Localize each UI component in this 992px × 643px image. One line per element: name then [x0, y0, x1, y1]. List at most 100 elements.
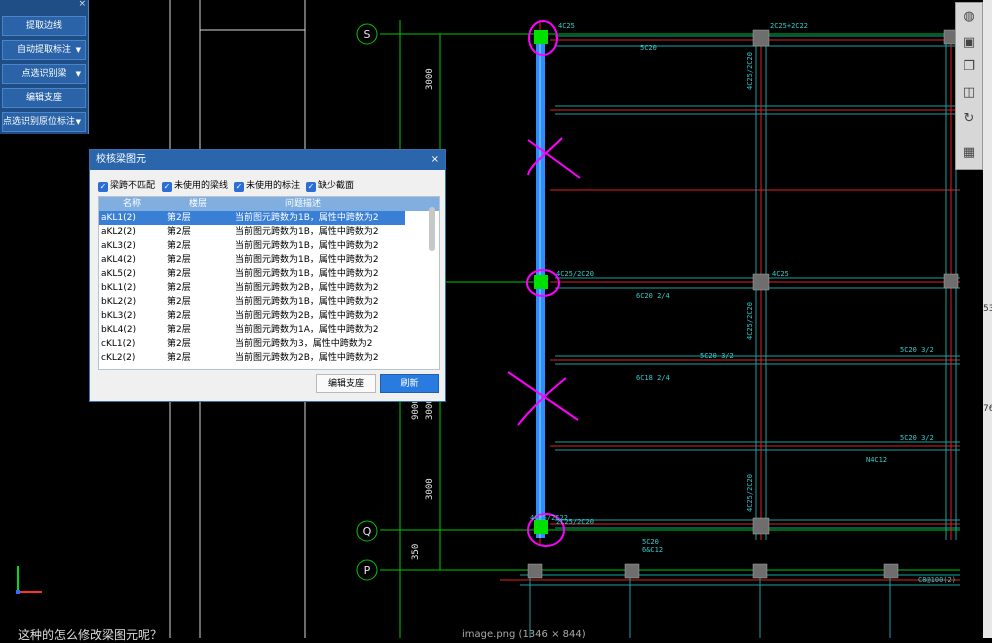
table-row[interactable]: aKL5(2) 第2层 当前图元跨数为1B，属性中跨数为2	[99, 267, 439, 281]
cell-description: 当前图元跨数为1A，属性中跨数为2	[235, 325, 379, 335]
cell-name: aKL1(2)	[101, 213, 136, 223]
table-row[interactable]: cKL1(2) 第2层 当前图元跨数为3，属性中跨数为2	[99, 337, 439, 351]
cell-floor: 第2层	[167, 227, 191, 237]
cell-name: bKL4(2)	[101, 325, 137, 335]
cell-description: 当前图元跨数为1B，属性中跨数为2	[235, 255, 379, 265]
rotate-icon[interactable]: ↻	[961, 111, 977, 127]
cell-name: aKL2(2)	[101, 227, 136, 237]
axis-label-p: P	[364, 564, 371, 577]
beam-label: 4C25	[558, 22, 575, 30]
table-row[interactable]: aKL2(2) 第2层 当前图元跨数为1B，属性中跨数为2	[99, 225, 439, 239]
table-row[interactable]: aKL1(2) 第2层 当前图元跨数为1B，属性中跨数为2	[99, 211, 405, 225]
column-header-desc[interactable]: 问题描述	[285, 197, 321, 211]
dialog-close-icon[interactable]: ×	[431, 150, 439, 170]
filter-unused-beam-line[interactable]: ✓ 未使用的梁线	[162, 178, 228, 192]
dim-3000-top: 3000	[425, 68, 435, 90]
table-row[interactable]: cKL2(2) 第2层 当前图元跨数为2B，属性中跨数为2	[99, 351, 439, 365]
check-beam-dialog: 校核梁图元 × ✓ 梁跨不匹配 ✓ 未使用的梁线 ✓ 未使用的标注 ✓ 缺少截面 名称 …	[89, 149, 446, 402]
cell-description: 当前图元跨数为2B，属性中跨数为2	[235, 283, 379, 293]
beam-label: 6&C12	[642, 546, 663, 554]
filter-missing-section[interactable]: ✓ 缺少截面	[306, 178, 354, 192]
chevron-down-icon[interactable]: ▼	[76, 41, 81, 59]
beam-label-vertical: 4C25/2C20	[746, 302, 754, 340]
beam-label: 4C25/2C20	[556, 270, 594, 278]
auto-extract-label-button[interactable]: 自动提取标注 ▼	[2, 40, 86, 60]
view-toolbar: ◍ ▣ ❐ ◫ ↻ ▦	[955, 2, 983, 170]
pick-identify-beam-button[interactable]: 点选识别梁 ▼	[2, 64, 86, 84]
chevron-down-icon[interactable]: ▼	[76, 113, 81, 131]
cell-floor: 第2层	[167, 339, 191, 349]
cell-name: bKL1(2)	[101, 283, 137, 293]
edit-support-dialog-button[interactable]: 编辑支座	[316, 374, 376, 393]
beam-label: 6C18 2/4	[636, 374, 670, 382]
beam-label: 5C20 3/2	[900, 434, 934, 442]
beam-label: C8@100(2)	[918, 576, 956, 584]
tool-panel: × 提取边线 自动提取标注 ▼ 点选识别梁 ▼ 编辑支座 点选识别原位标注 ▼	[0, 0, 89, 134]
beam-label: 4C25	[772, 270, 789, 278]
beam-label: 5C20 3/2	[700, 352, 734, 360]
beam-label: 5C20	[640, 44, 657, 52]
table-row[interactable]: aKL4(2) 第2层 当前图元跨数为1B，属性中跨数为2	[99, 253, 439, 267]
cell-name: aKL5(2)	[101, 269, 136, 279]
column-header-floor[interactable]: 楼层	[189, 197, 207, 211]
filter-unused-label[interactable]: ✓ 未使用的标注	[234, 178, 300, 192]
table-row[interactable]: bKL1(2) 第2层 当前图元跨数为2B，属性中跨数为2	[99, 281, 439, 295]
render-icon[interactable]: ◍	[961, 9, 977, 25]
question-text: 这种的怎么修改梁图元呢？	[18, 628, 163, 642]
checkbox-checked-icon[interactable]: ✓	[98, 182, 108, 192]
extract-edge-button[interactable]: 提取边线	[2, 16, 86, 36]
cell-description: 当前图元跨数为1B，属性中跨数为2	[235, 227, 379, 237]
cell-floor: 第2层	[167, 297, 191, 307]
beam-label-vertical: 4C25/2C20	[746, 52, 754, 90]
dim-350: 350	[411, 544, 421, 560]
axis-label-s: S	[364, 28, 371, 41]
beam-label: N4C12	[866, 456, 887, 464]
table-body: aKL1(2) 第2层 当前图元跨数为1B，属性中跨数为2 aKL2(2) 第2层 当前图…	[99, 211, 439, 365]
beam-label: 2C25+2C22	[770, 22, 808, 30]
column-header-name[interactable]: 名称	[123, 197, 141, 211]
dialog-titlebar[interactable]: 校核梁图元 ×	[90, 150, 445, 170]
table-header: 名称 楼层 问题描述	[99, 197, 439, 211]
refresh-button[interactable]: 刷新	[380, 374, 439, 393]
cell-description: 当前图元跨数为1B，属性中跨数为2	[235, 269, 379, 279]
cell-floor: 第2层	[167, 311, 191, 321]
cell-name: bKL3(2)	[101, 311, 137, 321]
edit-support-button[interactable]: 编辑支座	[2, 88, 86, 108]
beam-label: 5C20	[642, 538, 659, 546]
beam-label: 2C25/2C20	[556, 518, 594, 526]
cell-floor: 第2层	[167, 353, 191, 363]
beam-label: 5C20 3/2	[900, 346, 934, 354]
dim-3000-bot: 3000	[425, 478, 435, 500]
cell-floor: 第2层	[167, 213, 191, 223]
table-row[interactable]: bKL2(2) 第2层 当前图元跨数为1B，属性中跨数为2	[99, 295, 439, 309]
checkbox-checked-icon[interactable]: ✓	[306, 182, 316, 192]
grid-icon[interactable]: ▦	[961, 145, 977, 161]
axis-label-q: Q	[363, 525, 372, 538]
right-edge-strip: 53 76	[983, 0, 992, 638]
cell-name: cKL1(2)	[101, 339, 136, 349]
filter-span-mismatch[interactable]: ✓ 梁跨不匹配	[98, 178, 155, 192]
cell-name: cKL2(2)	[101, 353, 136, 363]
issue-table[interactable]: 名称 楼层 问题描述 aKL1(2) 第2层 当前图元跨数为1B，属性中跨数为2 aK…	[98, 196, 440, 370]
tool-panel-close-icon[interactable]: ×	[78, 0, 86, 9]
cell-name: aKL4(2)	[101, 255, 136, 265]
cell-floor: 第2层	[167, 325, 191, 335]
chevron-down-icon[interactable]: ▼	[76, 65, 81, 83]
cell-name: bKL2(2)	[101, 297, 137, 307]
cell-floor: 第2层	[167, 255, 191, 265]
3d-box-icon[interactable]: ◫	[961, 85, 977, 101]
table-row[interactable]: aKL3(2) 第2层 当前图元跨数为1B，属性中跨数为2	[99, 239, 439, 253]
checkbox-checked-icon[interactable]: ✓	[162, 182, 172, 192]
dialog-title: 校核梁图元	[96, 154, 146, 165]
table-row[interactable]: bKL3(2) 第2层 当前图元跨数为2B，属性中跨数为2	[99, 309, 439, 323]
checkbox-checked-icon[interactable]: ✓	[234, 182, 244, 192]
cell-description: 当前图元跨数为2B，属性中跨数为2	[235, 353, 379, 363]
table-row[interactable]: bKL4(2) 第2层 当前图元跨数为1A，属性中跨数为2	[99, 323, 439, 337]
table-scrollbar[interactable]	[429, 207, 435, 251]
window-icon[interactable]: ❐	[961, 59, 977, 75]
zoom-window-icon[interactable]: ▣	[961, 35, 977, 51]
cell-floor: 第2层	[167, 283, 191, 293]
beam-label-vertical: 4C25/2C20	[746, 474, 754, 512]
pick-identify-inplace-label-button[interactable]: 点选识别原位标注 ▼	[2, 112, 86, 132]
cell-description: 当前图元跨数为3，属性中跨数为2	[235, 339, 373, 349]
